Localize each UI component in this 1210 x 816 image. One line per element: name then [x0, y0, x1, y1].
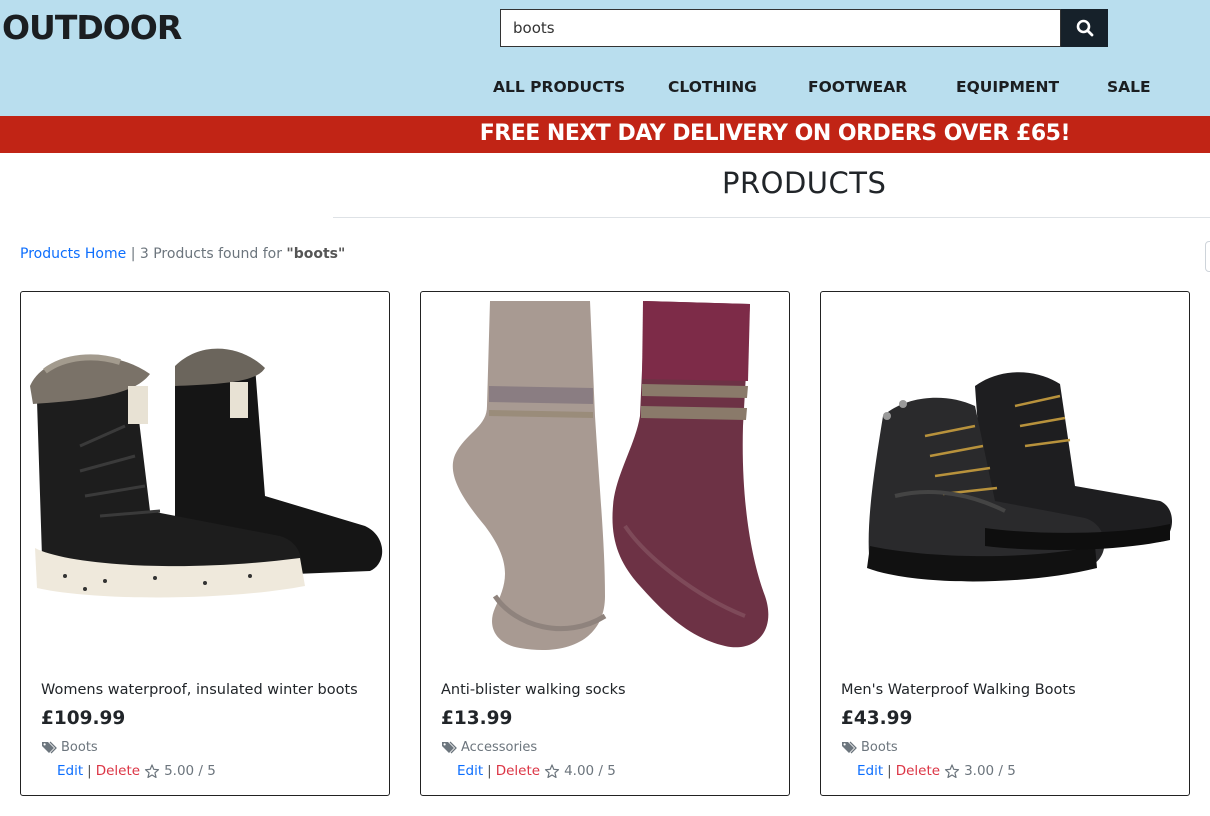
category-label: Accessories: [461, 740, 538, 755]
edit-link[interactable]: Edit: [457, 763, 483, 779]
tag-icon: [42, 741, 57, 754]
product-image[interactable]: [25, 296, 383, 656]
breadcrumb: Products Home | 3 Products found for "bo…: [20, 246, 345, 262]
product-actions: Edit | Delete 5.00 / 5: [57, 763, 216, 779]
site-header: OUTDOOR ALL PRODUCTS CLOTHING FOOTWEAR E…: [0, 0, 1210, 116]
edit-link[interactable]: Edit: [857, 763, 883, 779]
search-form: [500, 9, 1108, 47]
delete-link[interactable]: Delete: [96, 763, 140, 779]
product-actions: Edit | Delete 4.00 / 5: [457, 763, 616, 779]
product-rating: 5.00 / 5: [164, 763, 216, 779]
page-title: PRODUCTS: [722, 166, 887, 200]
product-card: Men's Waterproof Walking Boots £43.99 Bo…: [820, 291, 1190, 796]
results-count: 3 Products found for: [139, 246, 282, 262]
nav-sale[interactable]: SALE: [1107, 78, 1151, 96]
tag-icon: [842, 741, 857, 754]
product-name[interactable]: Men's Waterproof Walking Boots: [841, 682, 1076, 698]
nav-footwear[interactable]: FOOTWEAR: [808, 78, 907, 96]
product-category[interactable]: Accessories: [441, 740, 537, 755]
product-card: Anti-blister walking socks £13.99 Access…: [420, 291, 790, 796]
product-image[interactable]: [825, 296, 1183, 656]
delete-link[interactable]: Delete: [496, 763, 540, 779]
product-price: £109.99: [41, 708, 126, 729]
search-input[interactable]: [500, 9, 1061, 47]
product-name[interactable]: Anti-blister walking socks: [441, 682, 626, 698]
star-icon: [944, 763, 960, 778]
star-icon: [544, 763, 560, 778]
nav-all-products[interactable]: ALL PRODUCTS: [493, 78, 625, 96]
breadcrumb-separator: |: [130, 246, 136, 262]
category-label: Boots: [61, 740, 98, 755]
product-rating: 4.00 / 5: [564, 763, 616, 779]
edit-link[interactable]: Edit: [57, 763, 83, 779]
results-query: "boots": [286, 246, 346, 262]
product-category[interactable]: Boots: [841, 740, 898, 755]
nav-clothing[interactable]: CLOTHING: [668, 78, 757, 96]
products-home-link[interactable]: Products Home: [20, 246, 126, 262]
delete-link[interactable]: Delete: [896, 763, 940, 779]
site-logo[interactable]: OUTDOOR: [2, 8, 182, 47]
action-separator: |: [87, 763, 92, 779]
delivery-banner-text: FREE NEXT DAY DELIVERY ON ORDERS OVER £6…: [479, 121, 1071, 146]
category-label: Boots: [861, 740, 898, 755]
tag-icon: [442, 741, 457, 754]
star-icon: [144, 763, 160, 778]
product-name[interactable]: Womens waterproof, insulated winter boot…: [41, 682, 358, 698]
sort-select[interactable]: [1205, 241, 1210, 272]
product-rating: 3.00 / 5: [964, 763, 1016, 779]
action-separator: |: [887, 763, 892, 779]
product-category[interactable]: Boots: [41, 740, 98, 755]
nav-equipment[interactable]: EQUIPMENT: [956, 78, 1059, 96]
title-divider: [333, 217, 1210, 218]
search-button[interactable]: [1061, 9, 1108, 47]
delivery-banner: FREE NEXT DAY DELIVERY ON ORDERS OVER £6…: [0, 116, 1210, 153]
action-separator: |: [487, 763, 492, 779]
search-icon: [1076, 19, 1093, 37]
product-price: £13.99: [441, 708, 513, 729]
product-card: Womens waterproof, insulated winter boot…: [20, 291, 390, 796]
product-actions: Edit | Delete 3.00 / 5: [857, 763, 1016, 779]
product-image[interactable]: [425, 296, 783, 656]
product-price: £43.99: [841, 708, 913, 729]
